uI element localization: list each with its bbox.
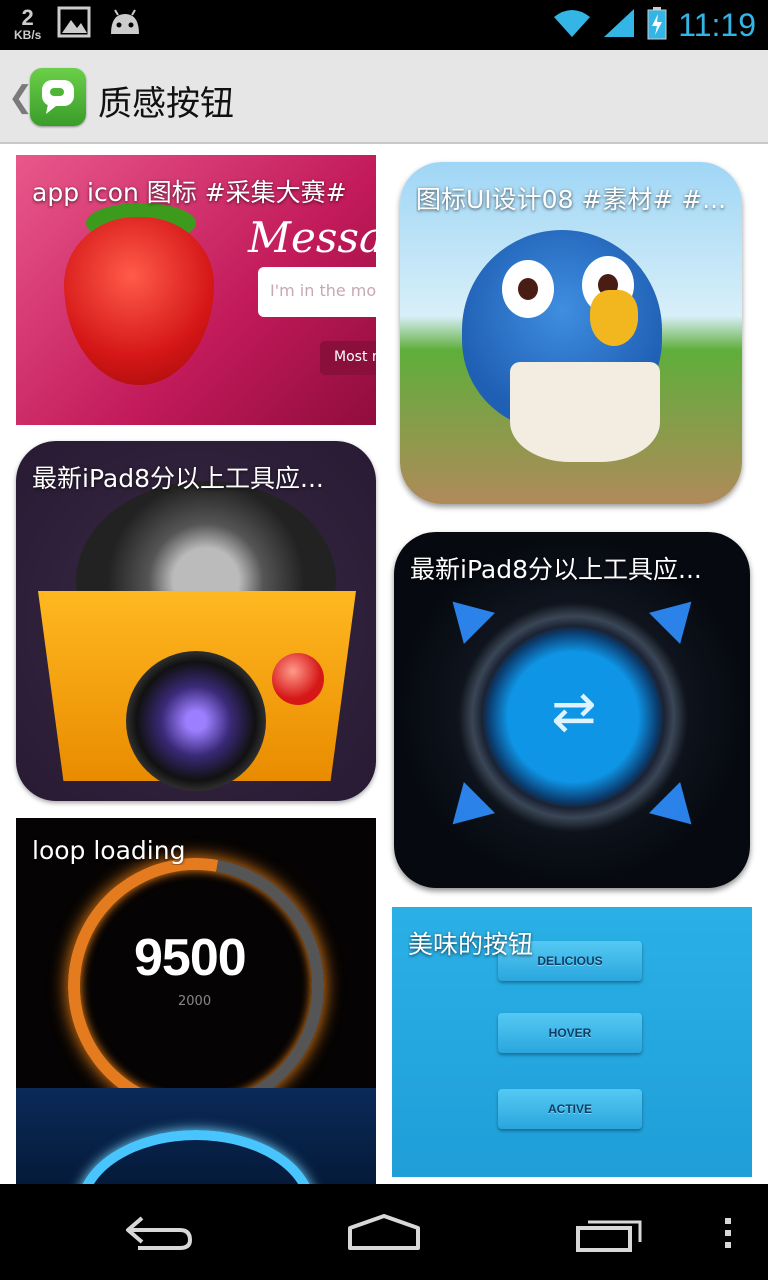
swap-arrows-icon: ⇄ [551, 680, 597, 743]
eggshell-image [510, 362, 660, 462]
card-caption: 最新iPad8分以上工具应... [410, 555, 702, 584]
action-bar: ❮ 质感按钮 [0, 50, 768, 144]
image-grid: Messa I'm in the moo Most r app icon 图标 … [0, 146, 768, 1184]
home-icon[interactable] [344, 1208, 424, 1260]
card-caption: 最新iPad8分以上工具应... [32, 464, 324, 493]
recent-apps-icon[interactable] [572, 1208, 648, 1260]
glow-arrow-top-left [437, 586, 495, 644]
hover-button-image: HOVER [498, 1013, 642, 1053]
card-caption: app icon 图标 #采集大赛# [32, 178, 347, 207]
card-image-title: Messa [248, 213, 376, 262]
camera-red-light-image [272, 653, 324, 705]
card-image-input: I'm in the moo [258, 267, 376, 317]
camera-lens-image [126, 651, 266, 791]
card-caption: 图标UI设计08 #素材# #... [416, 185, 727, 214]
pin-card-switch[interactable]: ⇄ 最新iPad8分以上工具应... [394, 532, 750, 888]
card-caption: loop loading [32, 836, 186, 865]
active-button-image: ACTIVE [498, 1089, 642, 1129]
pin-card-strawberry[interactable]: Messa I'm in the moo Most r app icon 图标 … [16, 155, 376, 425]
android-icon [107, 8, 143, 40]
network-speed-unit: KB/s [14, 28, 42, 42]
loading-sub-value: 2000 [178, 994, 212, 1009]
network-speed-value: 2 [21, 5, 34, 30]
wifi-icon [552, 7, 592, 43]
status-left: 2 KB/s [14, 6, 143, 42]
pin-card-loop-loading[interactable]: 9500 2000 loop loading [16, 818, 376, 1184]
back-icon[interactable] [124, 1208, 196, 1260]
status-bar: 2 KB/s 11:19 [0, 0, 768, 50]
card-image-button: Most r [320, 341, 376, 375]
loading-value: 9500 [134, 929, 247, 987]
signal-icon [602, 7, 636, 43]
pin-card-camera[interactable]: 最新iPad8分以上工具应... [16, 441, 376, 801]
network-speed: 2 KB/s [14, 5, 42, 42]
navigation-bar [0, 1184, 768, 1280]
pin-card-delicious-buttons[interactable]: DELICIOUS HOVER ACTIVE 美味的按钮 [392, 907, 752, 1177]
status-right: 11:19 [552, 0, 756, 50]
card-caption: 美味的按钮 [408, 930, 534, 959]
strawberry-image [64, 217, 214, 385]
bird-eye-left [502, 260, 554, 318]
pin-card-bird[interactable]: 图标UI设计08 #素材# #... [400, 162, 742, 504]
glow-arrow-top-right [649, 586, 707, 644]
page-title: 质感按钮 [98, 84, 234, 124]
status-clock: 11:19 [678, 6, 756, 43]
bird-beak-image [590, 290, 638, 346]
overflow-menu-icon[interactable] [718, 1208, 738, 1260]
battery-charging-icon [646, 6, 668, 44]
app-logo-icon[interactable] [30, 68, 86, 126]
image-icon [57, 6, 91, 42]
